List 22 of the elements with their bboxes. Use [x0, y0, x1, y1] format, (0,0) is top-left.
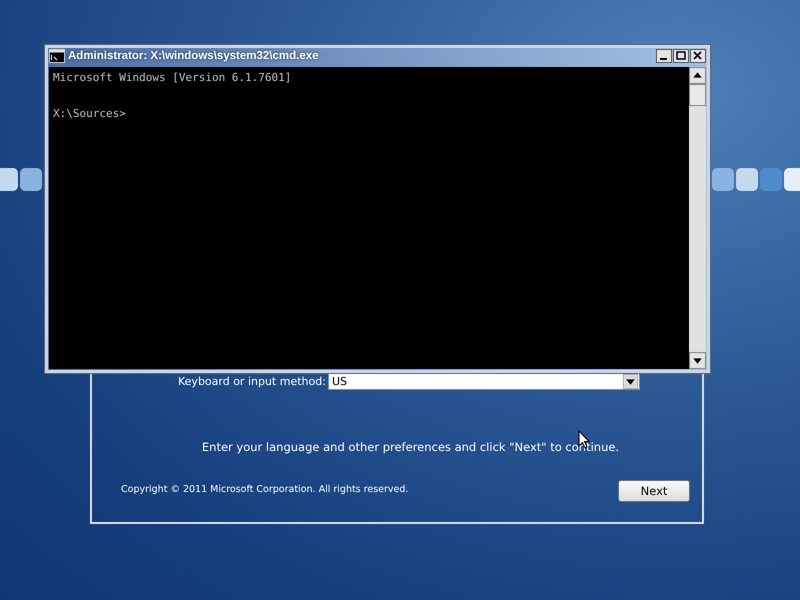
keyboard-label: Keyboard or input method: [178, 374, 326, 388]
command-prompt[interactable]: X:\Sources> [53, 105, 685, 123]
decorative-square [760, 168, 782, 191]
console-icon [49, 49, 65, 63]
next-button[interactable]: Next [618, 480, 690, 502]
decorative-square [784, 168, 800, 191]
copyright-text: Copyright © 2011 Microsoft Corporation. All rights reserved. [121, 484, 408, 495]
maximize-icon[interactable] [673, 49, 689, 63]
scroll-up-icon[interactable] [689, 67, 706, 84]
decorative-square [736, 168, 758, 191]
minimize-icon[interactable] [656, 49, 672, 63]
scroll-down-icon[interactable] [689, 352, 706, 369]
instruction-text: Enter your language and other preferences and click "Next" to continue. [200, 440, 620, 454]
close-icon[interactable] [690, 49, 706, 63]
decorative-square [712, 168, 734, 191]
scrollbar-thumb[interactable] [689, 84, 706, 106]
console-output: Microsoft Windows [Version 6.1.7601] [53, 70, 292, 86]
decorative-square [20, 168, 42, 191]
decorative-square [0, 168, 18, 191]
window-title: Administrator: X:\windows\system32\cmd.exe [68, 50, 319, 62]
dropdown-arrow-icon[interactable] [622, 374, 638, 388]
scrollbar[interactable] [689, 67, 706, 369]
